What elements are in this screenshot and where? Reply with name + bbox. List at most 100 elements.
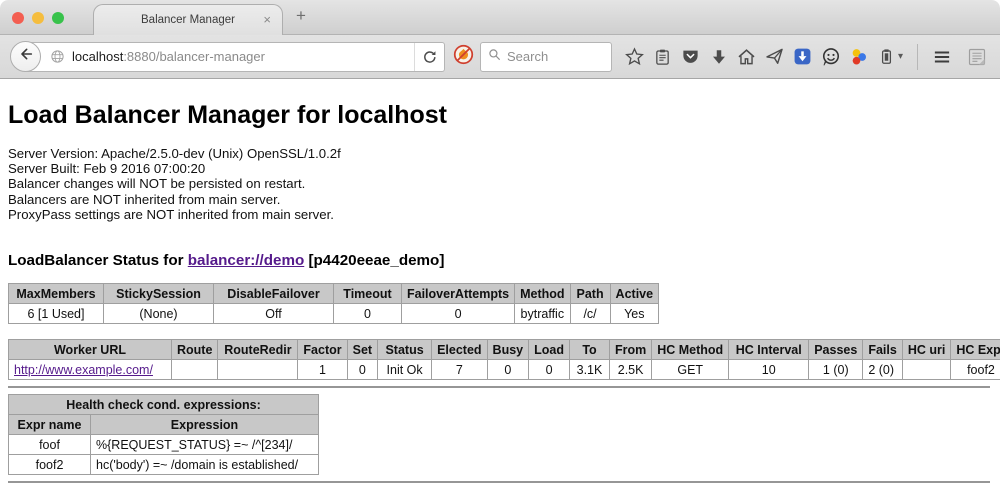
server-info: Server Version: Apache/2.5.0-dev (Unix) … — [8, 146, 1000, 222]
balancer-status-heading: LoadBalancer Status for balancer://demo … — [8, 252, 1000, 269]
balancer-persist-note: Balancer changes will NOT be persisted o… — [8, 176, 1000, 191]
col-set: Set — [347, 340, 377, 360]
menu-icon[interactable] — [928, 43, 955, 71]
health-check-table: Health check cond. expressions: Expr nam… — [8, 394, 319, 475]
health-row: foof %{REQUEST_STATUS} =~ /^[234]/ — [9, 435, 319, 455]
health-title-row: Health check cond. expressions: — [9, 395, 319, 415]
col-status: Status — [378, 340, 432, 360]
col-load: Load — [529, 340, 570, 360]
browser-window: Balancer Manager × + localhost:8880/bala… — [0, 0, 1000, 491]
balancer-settings-header-row: MaxMembers StickySession DisableFailover… — [9, 284, 659, 304]
container-menu-caret-icon[interactable]: ▾ — [898, 51, 908, 62]
col-expression: Expression — [91, 415, 319, 435]
downloads-icon[interactable] — [705, 43, 732, 71]
col-method: Method — [515, 284, 570, 304]
balancer-settings-row: 6 [1 Used] (None) Off 0 0 bytraffic /c/ … — [9, 304, 659, 324]
col-failoverattempts: FailoverAttempts — [402, 284, 515, 304]
cell-load: 0 — [529, 360, 570, 380]
zoom-window-button[interactable] — [52, 12, 64, 24]
new-tab-button[interactable]: + — [296, 6, 306, 26]
cell-fails: 2 (0) — [863, 360, 903, 380]
cell-elected: 7 — [432, 360, 487, 380]
col-routeredir: RouteRedir — [218, 340, 298, 360]
navigation-toolbar: localhost:8880/balancer-manager ▾ — [0, 35, 1000, 79]
cell-disablefailover: Off — [214, 304, 334, 324]
col-disablefailover: DisableFailover — [214, 284, 334, 304]
tab-balancer-manager[interactable]: Balancer Manager × — [93, 4, 283, 35]
search-input[interactable] — [507, 49, 597, 64]
cell-hc-method: GET — [652, 360, 729, 380]
cell-stickysession: (None) — [104, 304, 214, 324]
cell-worker-url: http://www.example.com/ — [9, 360, 172, 380]
cell-expression-foof2: hc('body') =~ /domain is established/ — [91, 455, 319, 475]
health-row: foof2 hc('body') =~ /domain is establish… — [9, 455, 319, 475]
notes-icon[interactable] — [963, 43, 990, 71]
tab-bar: Balancer Manager × + — [0, 0, 1000, 35]
send-to-device-icon[interactable] — [761, 43, 788, 71]
cell-maxmembers: 6 [1 Used] — [9, 304, 104, 324]
plugin-blocked-icon — [453, 44, 474, 70]
col-busy: Busy — [487, 340, 529, 360]
cell-timeout: 0 — [334, 304, 402, 324]
search-icon — [488, 48, 501, 66]
status-heading-prefix: LoadBalancer Status for — [8, 252, 188, 269]
back-icon — [18, 46, 34, 67]
col-fails: Fails — [863, 340, 903, 360]
cell-method: bytraffic — [515, 304, 570, 324]
reload-button[interactable] — [414, 43, 444, 71]
reading-list-icon[interactable] — [649, 43, 676, 71]
status-heading-suffix: [p4420eeae_demo] — [304, 252, 444, 269]
cell-factor: 1 — [298, 360, 347, 380]
col-to: To — [569, 340, 609, 360]
forum-smiley-icon[interactable] — [817, 43, 844, 71]
cell-hc-interval: 10 — [729, 360, 809, 380]
col-hc-uri: HC uri — [902, 340, 951, 360]
col-active: Active — [610, 284, 659, 304]
url-input[interactable]: localhost:8880/balancer-manager — [72, 49, 414, 64]
cell-status: Init Ok — [378, 360, 432, 380]
container-clip-icon[interactable] — [873, 43, 900, 71]
page-content: Load Balancer Manager for localhost Serv… — [0, 79, 1000, 483]
worker-url-link[interactable]: http://www.example.com/ — [14, 363, 153, 377]
cell-to: 3.1K — [569, 360, 609, 380]
back-button[interactable] — [10, 41, 41, 72]
server-version-line: Server Version: Apache/2.5.0-dev (Unix) … — [8, 146, 1000, 161]
cell-set: 0 — [347, 360, 377, 380]
reload-icon — [422, 49, 437, 64]
balancer-settings-table: MaxMembers StickySession DisableFailover… — [8, 283, 659, 324]
bookmark-star-icon[interactable] — [621, 43, 648, 71]
col-hc-method: HC Method — [652, 340, 729, 360]
col-from: From — [609, 340, 651, 360]
plugin-blocked-button[interactable] — [453, 44, 474, 70]
toolbar-separator — [917, 44, 918, 70]
col-factor: Factor — [298, 340, 347, 360]
health-table-title: Health check cond. expressions: — [9, 395, 319, 415]
globe-icon — [50, 49, 65, 64]
extension-dots-icon[interactable] — [845, 43, 872, 71]
search-bar[interactable] — [480, 42, 612, 72]
col-expr-name: Expr name — [9, 415, 91, 435]
col-stickysession: StickySession — [104, 284, 214, 304]
cell-active: Yes — [610, 304, 659, 324]
balancer-inherit-note: Balancers are NOT inherited from main se… — [8, 192, 1000, 207]
cell-route — [172, 360, 218, 380]
col-path: Path — [570, 284, 610, 304]
proxypass-inherit-note: ProxyPass settings are NOT inherited fro… — [8, 207, 1000, 222]
col-hc-expr: HC Expr — [951, 340, 1000, 360]
url-bar[interactable]: localhost:8880/balancer-manager — [25, 42, 445, 72]
close-window-button[interactable] — [12, 12, 24, 24]
tab-close-icon[interactable]: × — [263, 12, 271, 27]
video-downloader-icon[interactable] — [789, 43, 816, 71]
page-title: Load Balancer Manager for localhost — [8, 79, 1000, 130]
cell-expression-foof: %{REQUEST_STATUS} =~ /^[234]/ — [91, 435, 319, 455]
cell-from: 2.5K — [609, 360, 651, 380]
home-icon[interactable] — [733, 43, 760, 71]
minimize-window-button[interactable] — [32, 12, 44, 24]
pocket-icon[interactable] — [677, 43, 704, 71]
col-route: Route — [172, 340, 218, 360]
health-header-row: Expr name Expression — [9, 415, 319, 435]
cell-hc-uri — [902, 360, 951, 380]
url-host: localhost — [72, 49, 123, 64]
balancer-demo-link[interactable]: balancer://demo — [188, 252, 304, 269]
cell-failoverattempts: 0 — [402, 304, 515, 324]
